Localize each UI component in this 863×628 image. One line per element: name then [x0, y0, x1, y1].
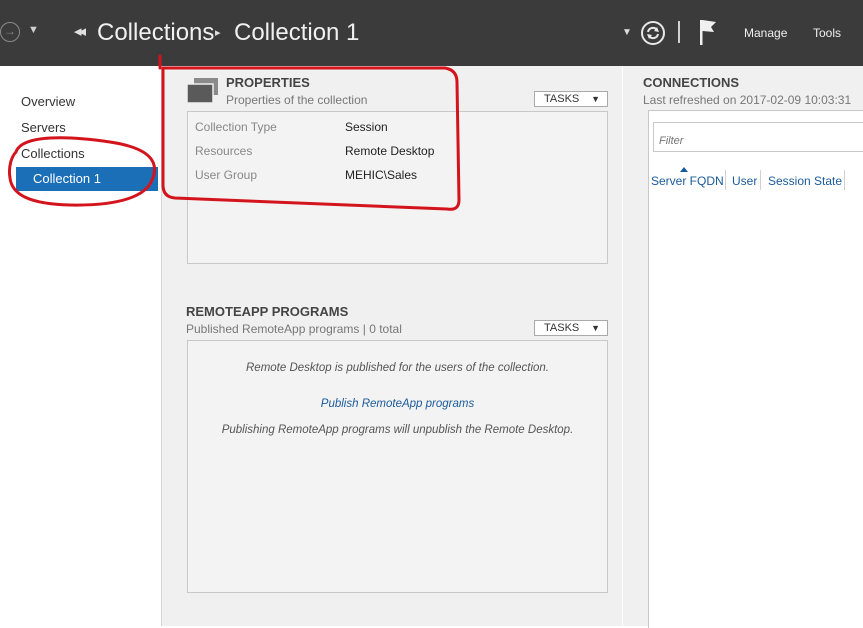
sort-indicator-icon [680, 167, 688, 172]
breadcrumb-collections[interactable]: Collections [97, 19, 214, 47]
remoteapp-warning: Publishing RemoteApp programs will unpub… [221, 424, 574, 436]
properties-subtitle: Properties of the collection [226, 93, 368, 107]
properties-title: PROPERTIES [226, 75, 310, 90]
properties-icon [186, 78, 218, 104]
breadcrumb-arrows-icon[interactable]: ◂◂ [74, 22, 86, 40]
manage-menu[interactable]: Manage [744, 26, 787, 40]
column-server-fqdn[interactable]: Server FQDN [651, 174, 724, 188]
refresh-icon[interactable] [640, 20, 666, 46]
nav-item-collection-1[interactable]: Collection 1 [16, 167, 158, 191]
remoteapp-subtitle: Published RemoteApp programs | 0 total [186, 322, 402, 336]
prop-label-user-group: User Group [195, 168, 258, 182]
history-dropdown-icon[interactable]: ▼ [622, 27, 632, 38]
tasks-label: TASKS [544, 322, 580, 334]
connections-subtitle: Last refreshed on 2017-02-09 10:03:31 [643, 93, 852, 107]
dropdown-icon[interactable]: ▼ [28, 24, 39, 36]
chevron-down-icon: ▼ [591, 94, 600, 104]
remoteapp-tasks-button[interactable]: TASKS ▼ [534, 320, 608, 336]
column-user[interactable]: User [732, 174, 757, 188]
toolbar-divider [678, 21, 680, 43]
column-separator [725, 170, 726, 190]
column-separator [844, 170, 845, 190]
title-bar: → ▼ ◂◂ Collections ▸ Collection 1 ▼ Mana… [0, 0, 863, 66]
nav-item-collections[interactable]: Collections [21, 146, 85, 161]
nav-item-overview[interactable]: Overview [21, 94, 75, 109]
nav-item-collection-1-label: Collection 1 [33, 171, 101, 186]
filter-input[interactable] [653, 122, 863, 152]
prop-value-user-group: MEHIC\Sales [345, 168, 418, 182]
prop-label-resources: Resources [195, 144, 253, 158]
column-separator [760, 170, 761, 190]
remoteapp-box [187, 340, 608, 593]
remoteapp-message: Remote Desktop is published for the user… [246, 362, 549, 374]
flag-icon[interactable] [697, 18, 719, 46]
properties-tasks-button[interactable]: TASKS ▼ [534, 91, 608, 107]
breadcrumb-separator-icon: ▸ [215, 27, 221, 39]
publish-remoteapp-link[interactable]: Publish RemoteApp programs [187, 398, 608, 410]
prop-value-resources: Remote Desktop [345, 144, 435, 158]
chevron-down-icon: ▼ [591, 323, 600, 333]
prop-label-collection-type: Collection Type [195, 120, 277, 134]
prop-value-collection-type: Session [345, 120, 388, 134]
tasks-label: TASKS [544, 93, 580, 105]
back-arrow-icon[interactable]: → [0, 22, 20, 42]
connections-title: CONNECTIONS [643, 75, 740, 90]
breadcrumb-collection-1[interactable]: Collection 1 [234, 19, 359, 47]
column-session-state[interactable]: Session State [768, 174, 842, 188]
tools-menu[interactable]: Tools [813, 26, 841, 40]
remoteapp-title: REMOTEAPP PROGRAMS [186, 304, 349, 319]
nav-item-servers[interactable]: Servers [21, 120, 66, 135]
